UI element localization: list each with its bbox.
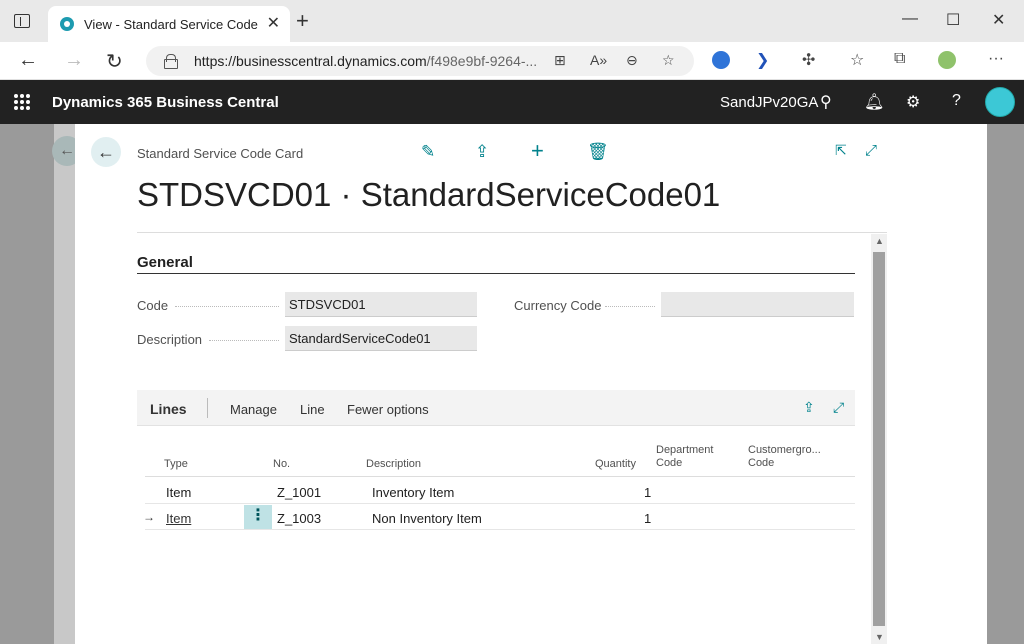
scrollbar-thumb[interactable]: [873, 252, 885, 626]
forward-icon[interactable]: →: [64, 49, 84, 72]
read-aloud-icon[interactable]: A»: [590, 52, 607, 68]
column-header-no[interactable]: No.: [273, 458, 290, 471]
extensions-icon[interactable]: ✣: [802, 50, 815, 70]
collections-icon[interactable]: ⧉: [894, 50, 905, 68]
general-section-title[interactable]: General: [137, 254, 193, 271]
delete-trash-icon[interactable]: 🗑︎: [587, 142, 609, 162]
browser-address-bar: ← → ↻ https://businesscentral.dynamics.c…: [0, 42, 1024, 80]
page-title: STDSVCD01 · StandardServiceCode01: [137, 176, 721, 213]
row2-description[interactable]: Non Inventory Item: [372, 511, 482, 526]
settings-gear-icon[interactable]: ⚙: [906, 92, 920, 112]
extension-globe-icon[interactable]: [712, 51, 730, 69]
lines-share-icon[interactable]: ⇪: [803, 399, 815, 416]
row2-no[interactable]: Z_1003: [277, 511, 321, 526]
window-close-icon[interactable]: ✕: [992, 10, 1005, 30]
row-actions-ellipsis-icon[interactable]: ⋮: [244, 505, 272, 529]
column-header-description[interactable]: Description: [366, 458, 421, 471]
tab-title: View - Standard Service Code Ca: [84, 17, 259, 32]
manage-menu[interactable]: Manage: [230, 402, 277, 417]
lines-grid: Type No. Description Quantity Department…: [137, 426, 855, 644]
row2-quantity[interactable]: 1: [644, 511, 651, 526]
url-path: /f498e9bf-9264-...: [426, 53, 538, 69]
lines-action-bar: Lines Manage Line Fewer options ⇪ ⤢: [137, 390, 855, 426]
business-central-favicon-icon: [60, 17, 74, 31]
description-field[interactable]: StandardServiceCode01: [285, 326, 477, 351]
more-icon[interactable]: ···: [988, 50, 1004, 68]
vertical-scrollbar[interactable]: ▲ ▼: [871, 234, 887, 644]
company-name[interactable]: SandJPv20GA: [720, 94, 818, 111]
profile-icon[interactable]: [938, 51, 956, 69]
scroll-up-icon[interactable]: ▲: [875, 236, 884, 246]
back-icon[interactable]: ←: [18, 49, 38, 72]
favorites-icon[interactable]: ☆: [850, 50, 864, 70]
notifications-icon[interactable]: 🔔︎: [864, 92, 884, 112]
lines-expand-icon[interactable]: ⤢: [833, 399, 844, 416]
edit-pencil-icon[interactable]: ✎: [421, 142, 435, 162]
lines-part: Lines Manage Line Fewer options ⇪ ⤢ Type…: [137, 390, 855, 644]
new-plus-icon[interactable]: +: [531, 138, 544, 164]
maximize-icon[interactable]: ☐: [946, 10, 960, 30]
column-header-customergroup-code[interactable]: Customergro... Code: [748, 444, 821, 470]
url-host: https://businesscentral.dynamics.com: [194, 53, 427, 69]
help-icon[interactable]: ?: [952, 92, 961, 110]
extension-arrow-icon[interactable]: ❯: [756, 50, 769, 70]
expand-icon[interactable]: ⤢: [865, 142, 877, 159]
zoom-icon[interactable]: ⊖: [626, 52, 638, 69]
tab-close-icon[interactable]: ✕: [267, 13, 280, 33]
currency-code-label: Currency Code: [514, 298, 602, 313]
url-field[interactable]: https://businesscentral.dynamics.com/f49…: [146, 46, 694, 76]
app-title[interactable]: Dynamics 365 Business Central: [52, 94, 279, 111]
open-new-window-icon[interactable]: ⇱: [835, 142, 847, 159]
column-header-department-code[interactable]: Department Code: [656, 444, 713, 470]
service-code-card: ← Standard Service Code Card ✎ ⇪ + 🗑︎ ⇱ …: [75, 124, 987, 644]
favorite-add-icon[interactable]: ☆: [662, 52, 675, 69]
row1-quantity[interactable]: 1: [644, 485, 651, 500]
row1-description[interactable]: Inventory Item: [372, 485, 454, 500]
scroll-down-icon[interactable]: ▼: [875, 632, 884, 642]
row1-type[interactable]: Item: [166, 485, 191, 500]
minimize-icon[interactable]: —: [902, 10, 918, 28]
apps-icon[interactable]: ⊞: [554, 52, 566, 69]
column-header-quantity[interactable]: Quantity: [595, 458, 636, 471]
code-field[interactable]: STDSVCD01: [285, 292, 477, 317]
back-button[interactable]: ←: [91, 137, 121, 167]
row2-type[interactable]: Item: [166, 511, 191, 526]
column-header-type[interactable]: Type: [164, 458, 188, 471]
description-label: Description: [137, 332, 203, 347]
current-row-arrow-icon: →: [143, 510, 155, 524]
fewer-options-button[interactable]: Fewer options: [347, 402, 429, 417]
browser-tab[interactable]: View - Standard Service Code Ca ✕: [48, 6, 290, 42]
app-launcher-icon[interactable]: [14, 94, 30, 110]
avatar[interactable]: [985, 87, 1015, 117]
line-menu[interactable]: Line: [300, 402, 325, 417]
currency-code-field[interactable]: [661, 292, 854, 317]
browser-tab-bar: View - Standard Service Code Ca ✕ + — ☐ …: [0, 0, 1024, 42]
row1-no[interactable]: Z_1001: [277, 485, 321, 500]
page-caption: Standard Service Code Card: [137, 146, 304, 161]
code-label: Code: [137, 298, 169, 313]
share-icon[interactable]: ⇪: [475, 142, 489, 162]
search-icon[interactable]: ⚲: [820, 92, 832, 112]
tab-actions-icon[interactable]: [14, 14, 30, 28]
new-tab-icon[interactable]: +: [296, 8, 309, 34]
lock-icon: [164, 54, 178, 69]
app-header: Dynamics 365 Business Central SandJPv20G…: [0, 80, 1024, 124]
refresh-icon[interactable]: ↻: [106, 49, 123, 74]
lines-title[interactable]: Lines: [150, 401, 187, 417]
